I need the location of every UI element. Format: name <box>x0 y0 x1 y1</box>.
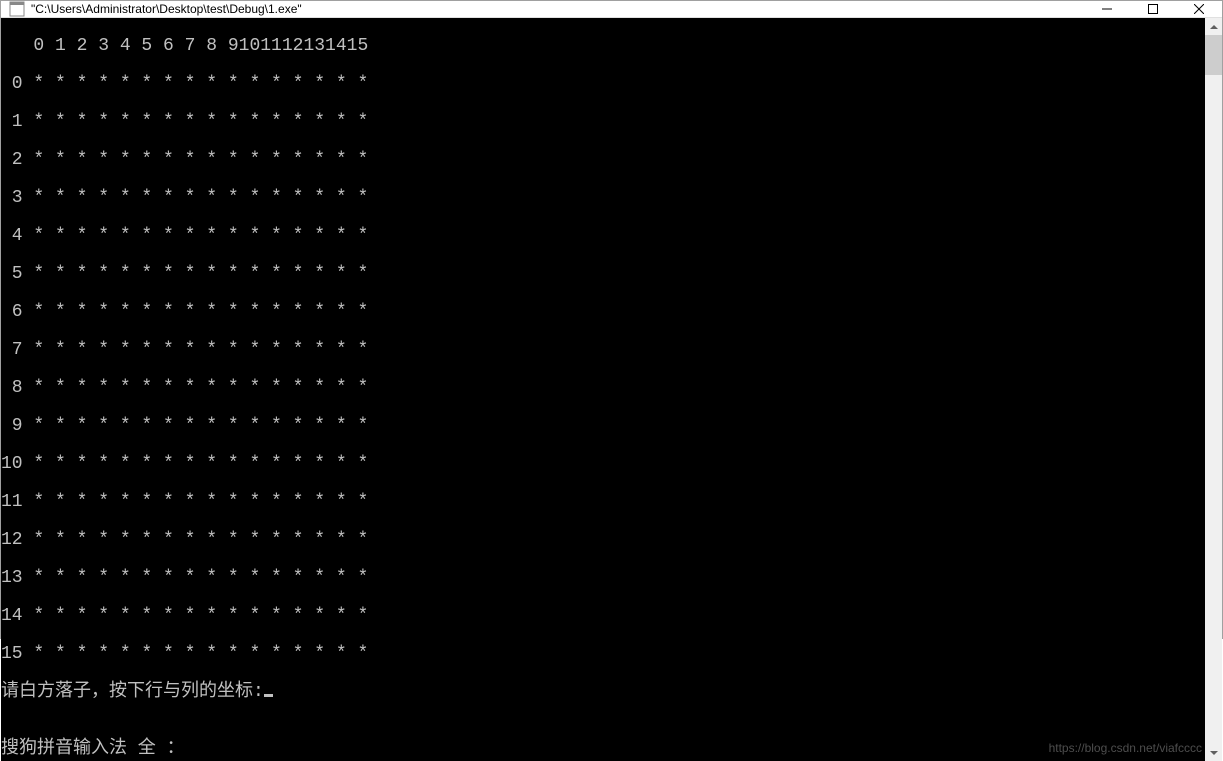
scroll-down-arrow[interactable] <box>1205 744 1222 761</box>
board-row: 11 * * * * * * * * * * * * * * * * <box>1 493 1205 512</box>
minimize-button[interactable] <box>1084 1 1130 17</box>
console-content: 0 1 2 3 4 5 6 7 8 9101112131415 0 * * * … <box>1 18 1205 761</box>
board-row: 4 * * * * * * * * * * * * * * * * <box>1 227 1205 246</box>
board-row: 13 * * * * * * * * * * * * * * * * <box>1 569 1205 588</box>
scroll-track[interactable] <box>1205 35 1222 744</box>
board-row: 14 * * * * * * * * * * * * * * * * <box>1 607 1205 626</box>
board-row: 15 * * * * * * * * * * * * * * * * <box>1 645 1205 664</box>
board-row: 1 * * * * * * * * * * * * * * * * <box>1 113 1205 132</box>
app-icon <box>9 1 25 17</box>
window-title: "C:\Users\Administrator\Desktop\test\Deb… <box>31 2 302 16</box>
console-area[interactable]: 0 1 2 3 4 5 6 7 8 9101112131415 0 * * * … <box>1 18 1222 761</box>
titlebar: "C:\Users\Administrator\Desktop\test\Deb… <box>1 1 1222 18</box>
prompt-line: 请白方落子，按下行与列的坐标: <box>1 683 1205 702</box>
ime-status: 搜狗拼音输入法 全 ： <box>1 740 1205 761</box>
board-row: 9 * * * * * * * * * * * * * * * * <box>1 417 1205 436</box>
vertical-scrollbar[interactable] <box>1205 18 1222 761</box>
board-row: 5 * * * * * * * * * * * * * * * * <box>1 265 1205 284</box>
board-row: 3 * * * * * * * * * * * * * * * * <box>1 189 1205 208</box>
board-header-row: 0 1 2 3 4 5 6 7 8 9101112131415 <box>1 37 1205 56</box>
close-button[interactable] <box>1176 1 1222 17</box>
board-row: 10 * * * * * * * * * * * * * * * * <box>1 455 1205 474</box>
board-row: 0 * * * * * * * * * * * * * * * * <box>1 75 1205 94</box>
board-row: 2 * * * * * * * * * * * * * * * * <box>1 151 1205 170</box>
maximize-button[interactable] <box>1130 1 1176 17</box>
board-row: 8 * * * * * * * * * * * * * * * * <box>1 379 1205 398</box>
prompt-text: 请白方落子，按下行与列的坐标: <box>1 682 264 702</box>
window-controls <box>1084 1 1222 17</box>
text-cursor <box>264 694 273 697</box>
board-row: 12 * * * * * * * * * * * * * * * * <box>1 531 1205 550</box>
scroll-up-arrow[interactable] <box>1205 18 1222 35</box>
board-row: 7 * * * * * * * * * * * * * * * * <box>1 341 1205 360</box>
scroll-thumb[interactable] <box>1205 35 1222 75</box>
console-output: 0 1 2 3 4 5 6 7 8 9101112131415 0 * * * … <box>1 18 1205 740</box>
app-window: "C:\Users\Administrator\Desktop\test\Deb… <box>0 0 1223 639</box>
board-row: 6 * * * * * * * * * * * * * * * * <box>1 303 1205 322</box>
